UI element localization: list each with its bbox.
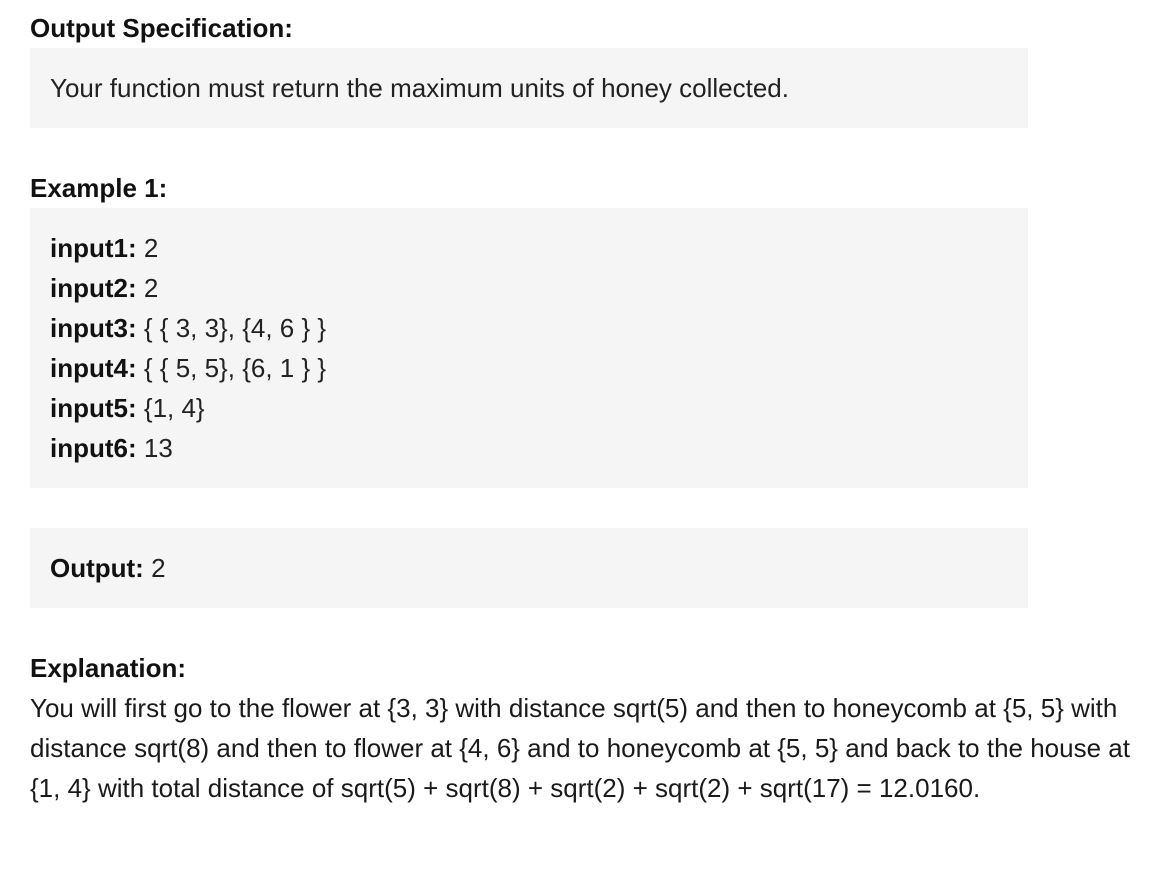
input3-label: input3: [50, 313, 137, 343]
input4-label: input4: [50, 353, 137, 383]
input2-line: input2: 2 [50, 268, 1008, 308]
explanation-text: You will first go to the flower at {3, 3… [30, 693, 1130, 803]
input2-label: input2: [50, 273, 137, 303]
output-specification-panel: Your function must return the maximum un… [30, 48, 1028, 128]
output-specification-text: Your function must return the maximum un… [50, 73, 789, 103]
input1-label: input1: [50, 233, 137, 263]
input6-label: input6: [50, 433, 137, 463]
input4-line: input4: { { 5, 5}, {6, 1 } } [50, 348, 1008, 388]
output-line: Output: 2 [50, 548, 1008, 588]
output-specification-heading: Output Specification: [30, 13, 293, 43]
example-output-panel: Output: 2 [30, 528, 1028, 608]
input2-value: 2 [136, 273, 159, 303]
input4-value: { { 5, 5}, {6, 1 } } [136, 353, 327, 383]
input1-value: 2 [136, 233, 159, 263]
input5-line: input5: {1, 4} [50, 388, 1008, 428]
input3-value: { { 3, 3}, {4, 6 } } [136, 313, 327, 343]
input6-line: input6: 13 [50, 428, 1008, 468]
input1-line: input1: 2 [50, 228, 1008, 268]
input6-value: 13 [136, 433, 173, 463]
output-value: 2 [143, 553, 166, 583]
input3-line: input3: { { 3, 3}, {4, 6 } } [50, 308, 1008, 348]
example-inputs-panel: input1: 2 input2: 2 input3: { { 3, 3}, {… [30, 208, 1028, 488]
input5-value: {1, 4} [136, 393, 205, 423]
example-heading: Example 1: [30, 173, 168, 203]
input5-label: input5: [50, 393, 137, 423]
output-label: Output: [50, 553, 144, 583]
explanation-heading: Explanation: [30, 653, 187, 683]
